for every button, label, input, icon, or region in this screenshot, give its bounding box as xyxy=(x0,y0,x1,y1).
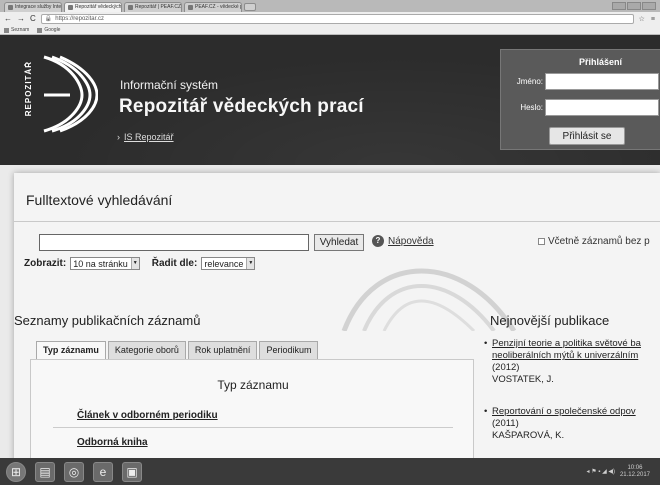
sort-label: Řadit dle: xyxy=(151,258,198,269)
password-label: Heslo: xyxy=(520,103,543,112)
bookmark-item[interactable]: Seznam xyxy=(4,27,29,33)
help-link-text[interactable]: Nápověda xyxy=(388,236,434,247)
panel-title: Typ záznamu xyxy=(217,378,289,392)
publication-year: (2012) xyxy=(492,362,520,373)
publication-link[interactable]: Reportování o společenské odpov xyxy=(492,406,660,418)
chevron-down-icon: ▼ xyxy=(246,258,255,269)
username-row: Jméno: xyxy=(501,73,660,90)
help-link[interactable]: ? Nápověda xyxy=(372,235,434,247)
new-tab-button[interactable] xyxy=(244,3,256,11)
bookmark-icon xyxy=(37,27,43,33)
lists-tabs: Typ záznamu Kategorie oborů Rok uplatněn… xyxy=(36,341,319,360)
breadcrumb-bullet-icon: › xyxy=(117,132,120,142)
file-explorer-icon[interactable]: ▤ xyxy=(35,461,55,482)
screen: Integrace služby Internet...× Repozitář … xyxy=(0,0,660,485)
logo-text: REPOZITÁŘ xyxy=(24,61,33,117)
search-input[interactable] xyxy=(39,234,309,251)
tab-record-type[interactable]: Typ záznamu xyxy=(36,341,106,360)
breadcrumb-link[interactable]: IS Repozitář xyxy=(124,132,174,142)
favicon-icon xyxy=(128,5,133,10)
bookmark-icon xyxy=(4,27,9,33)
site-logo[interactable]: REPOZITÁŘ xyxy=(18,49,98,134)
divider xyxy=(14,221,660,222)
window-controls xyxy=(612,2,656,10)
browser-tab-active[interactable]: Repozitář vědeckých prací× xyxy=(64,2,122,12)
bullet-icon: • xyxy=(484,338,488,349)
search-options: Zobrazit: 10 na stránku ▼ Řadit dle: rele… xyxy=(24,257,256,270)
newest-title: Nejnovější publikace xyxy=(490,313,610,328)
browser-tab[interactable]: Integrace služby Internet...× xyxy=(4,2,62,12)
tab-field-category[interactable]: Kategorie oborů xyxy=(107,341,186,360)
clock[interactable]: 10:06 21.12.2017 xyxy=(620,465,650,479)
search-button[interactable]: Vyhledat xyxy=(314,234,364,251)
login-title: Přihlášení xyxy=(579,57,623,67)
login-button[interactable]: Přihlásit se xyxy=(549,127,625,145)
divider xyxy=(53,427,453,428)
menu-icon[interactable]: ≡ xyxy=(651,16,656,23)
tab-year[interactable]: Rok uplatnění xyxy=(187,341,258,360)
bookmark-item[interactable]: Google xyxy=(37,27,60,33)
tray-icons[interactable]: ◂ ⚑ ▪ ◢ ◀) xyxy=(587,468,615,475)
favicon-icon xyxy=(8,5,13,10)
image-viewer-icon[interactable]: ▣ xyxy=(122,461,142,482)
browser-tab[interactable]: Repozitář | PEAF.CZ× xyxy=(124,2,182,12)
password-field[interactable] xyxy=(545,99,659,116)
internet-explorer-icon[interactable]: e xyxy=(93,461,113,482)
chevron-down-icon: ▼ xyxy=(130,258,139,269)
site-title: Repozitář vědeckých prací xyxy=(119,96,364,117)
maximize-button[interactable] xyxy=(627,2,641,10)
include-records-option[interactable]: Včetně záznamů bez p xyxy=(538,236,650,247)
include-label: Včetně záznamů bez p xyxy=(548,236,650,247)
main-content: Fulltextové vyhledávání Vyhledat ? Nápov… xyxy=(14,173,660,458)
publication-item: • Penzijní teorie a politika světové ba … xyxy=(484,338,660,386)
include-checkbox[interactable] xyxy=(538,238,545,245)
show-label: Zobrazit: xyxy=(24,258,67,269)
minimize-button[interactable] xyxy=(612,2,626,10)
back-arrow-icon[interactable]: ← xyxy=(4,15,12,23)
record-type-panel: Typ záznamu Článek v odborném periodiku … xyxy=(30,359,474,458)
bullet-icon: • xyxy=(484,406,488,417)
browser-tab-strip: Integrace služby Internet...× Repozitář … xyxy=(0,0,660,12)
forward-arrow-icon[interactable]: → xyxy=(17,15,25,23)
system-tray: ◂ ⚑ ▪ ◢ ◀) 10:06 21.12.2017 xyxy=(587,465,660,479)
publication-link-cont[interactable]: neoliberálních mýtů k univerzálním xyxy=(492,350,660,362)
system-label: Informační systém xyxy=(120,78,219,92)
publication-year: (2011) xyxy=(492,418,519,429)
chrome-icon[interactable]: ◎ xyxy=(64,461,84,482)
lists-title: Seznamy publikačních záznamů xyxy=(14,313,201,328)
publication-link[interactable]: Penzijní teorie a politika světové ba xyxy=(492,338,660,350)
favicon-icon xyxy=(68,5,73,10)
lock-icon: 🔒 xyxy=(44,16,53,22)
login-panel: Přihlášení Jméno: Heslo: Přihlásit se xyxy=(500,49,660,150)
close-window-button[interactable] xyxy=(642,2,656,10)
browser-tab[interactable]: PEAF.CZ - vědecké práce× xyxy=(184,2,242,12)
start-button[interactable]: ⊞ xyxy=(6,461,26,482)
publication-item: • Reportování o společenské odpov (2011)… xyxy=(484,406,660,442)
publication-author: KAŠPAROVÁ, K. xyxy=(492,430,565,441)
publication-author: VOSTATEK, J. xyxy=(492,374,554,385)
reload-icon[interactable]: C xyxy=(30,15,36,23)
taskbar: ⊞ ▤ ◎ e ▣ ◂ ⚑ ▪ ◢ ◀) 10:06 21.12.2017 xyxy=(0,458,660,485)
bookmarks-bar: Seznam Google xyxy=(0,26,660,35)
fulltext-title: Fulltextové vyhledávání xyxy=(26,192,173,208)
star-icon[interactable]: ☆ xyxy=(639,15,646,23)
logo-icon xyxy=(43,55,98,133)
breadcrumb: › IS Repozitář xyxy=(117,132,174,142)
browser-toolbar: ← → C 🔒 https://repozitar.cz ☆ ≡ xyxy=(0,12,660,26)
username-field[interactable] xyxy=(545,73,659,90)
newest-publications: Nejnovější publikace • Penzijní teorie a… xyxy=(474,313,660,458)
web-page: REPOZITÁŘ Informační systém Repozitář vě… xyxy=(0,35,660,458)
sort-select[interactable]: relevance ▼ xyxy=(201,257,256,270)
help-icon: ? xyxy=(372,235,384,247)
site-header: REPOZITÁŘ Informační systém Repozitář vě… xyxy=(0,35,660,165)
page-size-select[interactable]: 10 na stránku ▼ xyxy=(70,257,140,270)
tab-periodical[interactable]: Periodikum xyxy=(259,341,319,360)
list-item[interactable]: Odborná kniha xyxy=(77,437,148,448)
address-bar[interactable]: 🔒 https://repozitar.cz xyxy=(40,14,634,24)
favicon-icon xyxy=(188,5,193,10)
list-item[interactable]: Článek v odborném periodiku xyxy=(77,410,218,421)
username-label: Jméno: xyxy=(516,77,543,86)
password-row: Heslo: xyxy=(501,99,660,116)
